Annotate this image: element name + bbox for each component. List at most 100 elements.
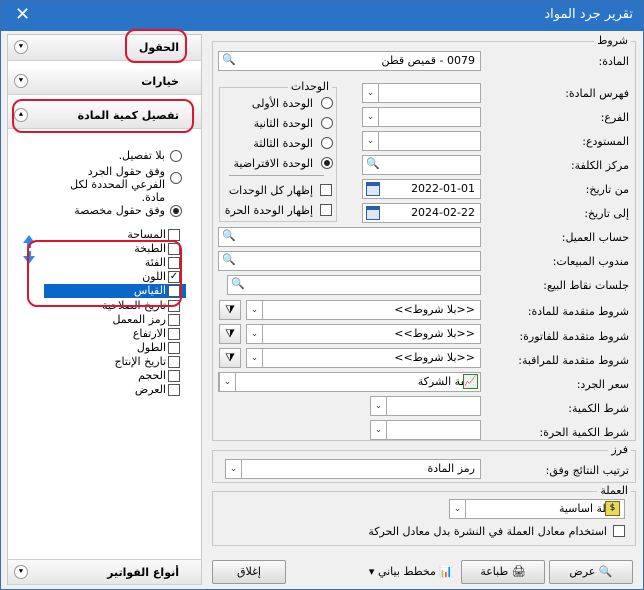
adv-audit-field[interactable]: <<بلا شروط>> [246,348,481,368]
customer-account-label: حساب العميل: [561,231,629,244]
search-icon[interactable]: 🔍 [219,51,239,71]
adv-invoice-field[interactable]: <<بلا شروط>> [246,324,481,344]
radio-sub-inventory-label: وفق حقول الجرد الفرعي المحددة لكل مادة. [70,165,165,204]
adv-audit-value: <<بلا شروط>> [394,351,475,364]
options-header-label: خيارات [141,75,179,88]
close-button[interactable]: إغلاق [212,560,286,584]
unit-radio[interactable] [321,137,333,149]
unit-radio-label: الوحدة الأولى [251,97,313,110]
pos-sessions-field[interactable] [227,275,481,295]
print-button[interactable]: 🖨 طباعة [461,560,545,584]
filter-icon[interactable]: ⧩ [219,300,241,320]
branch-label: الفرع: [600,111,629,124]
material-index-field[interactable] [362,83,481,103]
material-index-label: فهرس المادة: [565,87,629,100]
chevron-down-icon[interactable]: ⌄ [370,396,387,416]
chart-button[interactable]: 📊 مخطط بياني ▾ [365,560,457,584]
dropdown-arrow-icon: ▾ [368,565,375,578]
calendar-icon[interactable] [366,182,380,196]
field-row[interactable]: تاريخ الإنتاج [44,355,186,369]
field-checkbox[interactable] [168,313,180,326]
unit-radio[interactable] [321,97,333,109]
unit-radio-label: الوحدة الثانية [253,117,313,130]
sort-field[interactable]: رمز المادة [225,459,481,479]
chevron-down-icon[interactable]: ⯆ [14,565,28,579]
radio-no-detail-label: بلا تفصيل. [118,149,165,162]
units-divider [229,175,324,176]
display-icon: 🔍 [598,565,613,578]
invoice-types-section-header[interactable]: أنواع الفواتير ⯆ [8,559,201,585]
search-icon[interactable]: 🔍 [219,251,239,271]
material-field[interactable]: 0079 - قميص قطن [218,51,481,71]
chevron-down-icon[interactable]: ⌄ [449,499,466,519]
unit-radio[interactable] [321,157,333,169]
customer-account-field[interactable] [218,227,481,247]
field-label: الحجم [138,369,166,382]
show-all-units-label: إظهار كل الوحدات [228,184,313,197]
options-section-header[interactable]: خيارات ⯆ [8,69,201,95]
field-row[interactable]: رمز المعمل [44,313,186,327]
search-icon[interactable]: 🔍 [219,227,239,247]
chevron-down-icon[interactable]: ⯆ [14,40,28,54]
warehouse-field[interactable] [362,131,481,151]
to-date-label: إلى تاريخ: [584,207,629,220]
chart-button-label: مخطط بياني [377,565,436,578]
adv-material-value: <<بلا شروط>> [394,303,475,316]
unit-radio[interactable] [321,117,333,129]
sales-rep-label: مندوب المبيعات: [552,255,629,268]
search-icon[interactable]: 🔍 [228,275,248,295]
field-row[interactable]: العرض [44,383,186,397]
chevron-down-icon[interactable]: ⌄ [246,348,263,368]
field-row[interactable]: الطول [44,341,186,355]
branch-field[interactable] [362,107,481,127]
field-checkbox[interactable] [168,327,180,340]
chevron-down-icon[interactable]: ⌄ [362,83,379,103]
field-checkbox[interactable] [168,341,180,354]
adv-material-field[interactable]: <<بلا شروط>> [246,300,481,320]
show-all-units-checkbox[interactable] [320,184,332,196]
field-checkbox[interactable] [168,384,180,397]
currency-field[interactable]: عملة اساسية [449,499,625,519]
filter-icon[interactable]: ⧩ [219,324,241,344]
chevron-down-icon[interactable]: ⌄ [225,459,242,479]
use-bulletin-rate-checkbox[interactable] [613,525,625,537]
inventory-price-field[interactable]: كلفة الشركة [218,372,481,392]
show-free-unit-checkbox[interactable] [320,204,332,216]
report-window: تقرير جرد المواد ✕ الحقول ⯆ خيارات ⯆ تفص… [0,0,644,590]
cost-center-label: مركز الكلفة: [570,159,629,172]
pos-sessions-label: جلسات نقاط البيع: [543,279,629,292]
currency-icon: $ [605,501,620,516]
chevron-down-icon[interactable]: ⌄ [246,324,263,344]
radio-custom-fields[interactable] [170,205,182,217]
field-checkbox[interactable] [168,355,180,368]
adv-invoice-value: <<بلا شروط>> [394,327,475,340]
radio-custom-fields-label: وفق حقول مخصصة [74,204,165,217]
window-title: تقرير جرد المواد [544,7,633,22]
conditions-legend: شروط [594,34,631,47]
field-row[interactable]: الارتفاع [44,327,186,341]
print-button-label: طباعة [480,565,509,578]
field-label: الارتفاع [132,326,166,340]
chevron-down-icon[interactable]: ⯆ [14,74,28,88]
chevron-down-icon[interactable]: ⌄ [246,300,263,320]
radio-sub-inventory-fields[interactable] [170,172,182,184]
display-button[interactable]: 🔍 عرض [549,560,633,584]
sales-rep-field[interactable] [218,251,481,271]
to-date-value: 2024-02-22 [411,206,475,219]
calendar-icon[interactable] [366,206,380,220]
filter-icon[interactable]: ⧩ [219,348,241,368]
radio-no-detail[interactable] [170,150,182,162]
search-icon[interactable]: 🔍 [363,155,383,175]
field-checkbox[interactable] [168,370,180,382]
material-label: المادة: [598,55,630,68]
field-row[interactable]: الحجم [44,369,186,383]
chevron-down-icon[interactable]: ⌄ [362,131,379,151]
use-bulletin-rate-label: استخدام معادل العملة في النشرة بدل معادل… [368,525,607,538]
chevron-down-icon[interactable]: ⌄ [362,107,379,127]
chart-icon: 📈 [463,374,478,389]
chevron-down-icon[interactable]: ⌄ [370,420,387,440]
close-icon[interactable]: ✕ [15,4,30,25]
chevron-down-icon[interactable]: ⌄ [219,372,236,392]
display-button-label: عرض [569,565,596,578]
sort-value: رمز المادة [427,462,475,475]
